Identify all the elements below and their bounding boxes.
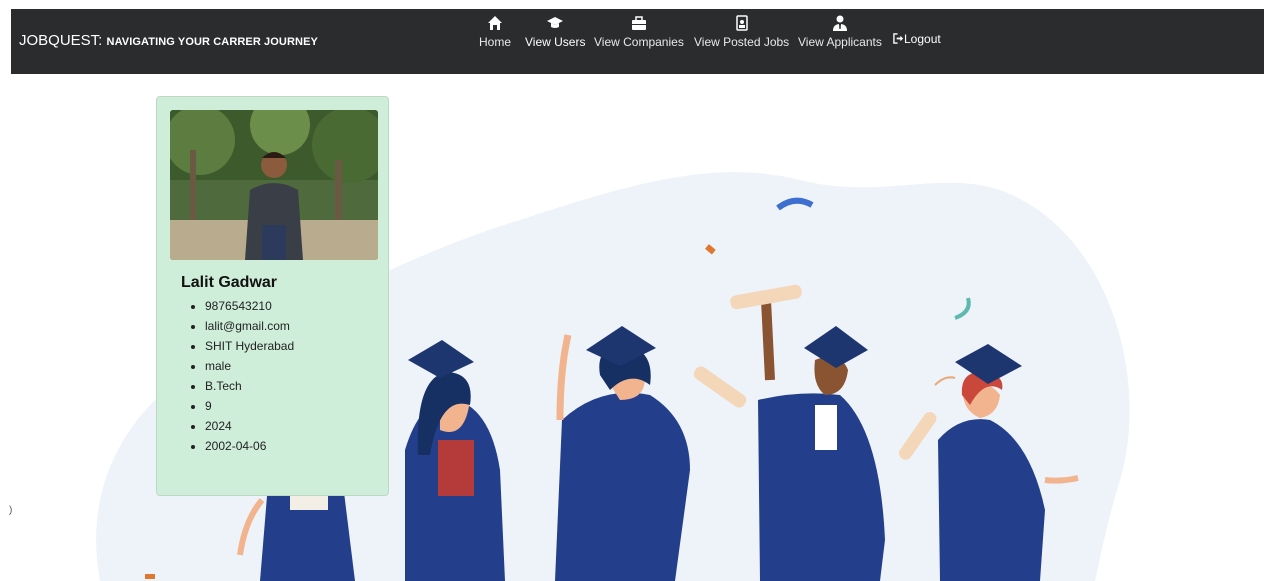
user-cgpa: 9 xyxy=(205,396,294,416)
user-profile-card: Lalit Gadwar 9876543210 lalit@gmail.com … xyxy=(156,96,389,496)
user-name: Lalit Gadwar xyxy=(181,274,278,291)
logout-label: Logout xyxy=(904,32,941,46)
briefcase-icon xyxy=(631,16,646,30)
id-badge-icon xyxy=(735,15,748,31)
brand-name: JOBQUEST: xyxy=(19,32,103,49)
nav-view-companies[interactable]: View Companies xyxy=(594,15,684,49)
confetti xyxy=(145,574,155,579)
user-tie-icon xyxy=(832,15,847,31)
nav-view-posted-jobs-label: View Posted Jobs xyxy=(694,35,790,49)
user-dob: 2002-04-06 xyxy=(205,436,294,456)
brand-tagline: NAVIGATING YOUR CARRER JOURNEY xyxy=(106,36,318,48)
user-phone: 9876543210 xyxy=(205,296,294,316)
user-gender: male xyxy=(205,356,294,376)
user-college: SHIT Hyderabad xyxy=(205,336,294,356)
nav-home-label: Home xyxy=(479,35,512,49)
user-email: lalit@gmail.com xyxy=(205,316,294,336)
user-degree: B.Tech xyxy=(205,376,294,396)
edge-text: ) xyxy=(9,505,13,516)
nav-view-users[interactable]: View Users xyxy=(525,15,585,49)
nav-view-applicants[interactable]: View Applicants xyxy=(798,15,882,49)
logout-link[interactable]: Logout xyxy=(893,32,941,46)
user-photo xyxy=(170,110,378,260)
nav-view-posted-jobs[interactable]: View Posted Jobs xyxy=(694,15,789,49)
nav-view-companies-label: View Companies xyxy=(594,35,684,49)
nav-view-users-label: View Users xyxy=(525,35,586,49)
nav-home[interactable]: Home xyxy=(479,15,511,49)
brand-logo[interactable]: JOBQUEST: NAVIGATING YOUR CARRER JOURNEY xyxy=(19,32,318,49)
user-passout-year: 2024 xyxy=(205,416,294,436)
sign-out-icon xyxy=(893,33,904,44)
top-navbar: JOBQUEST: NAVIGATING YOUR CARRER JOURNEY… xyxy=(11,9,1264,74)
graduation-cap-icon xyxy=(547,17,564,28)
home-icon xyxy=(488,16,502,30)
user-details-list: 9876543210 lalit@gmail.com SHIT Hyderaba… xyxy=(181,296,294,456)
nav-view-applicants-label: View Applicants xyxy=(798,35,882,49)
